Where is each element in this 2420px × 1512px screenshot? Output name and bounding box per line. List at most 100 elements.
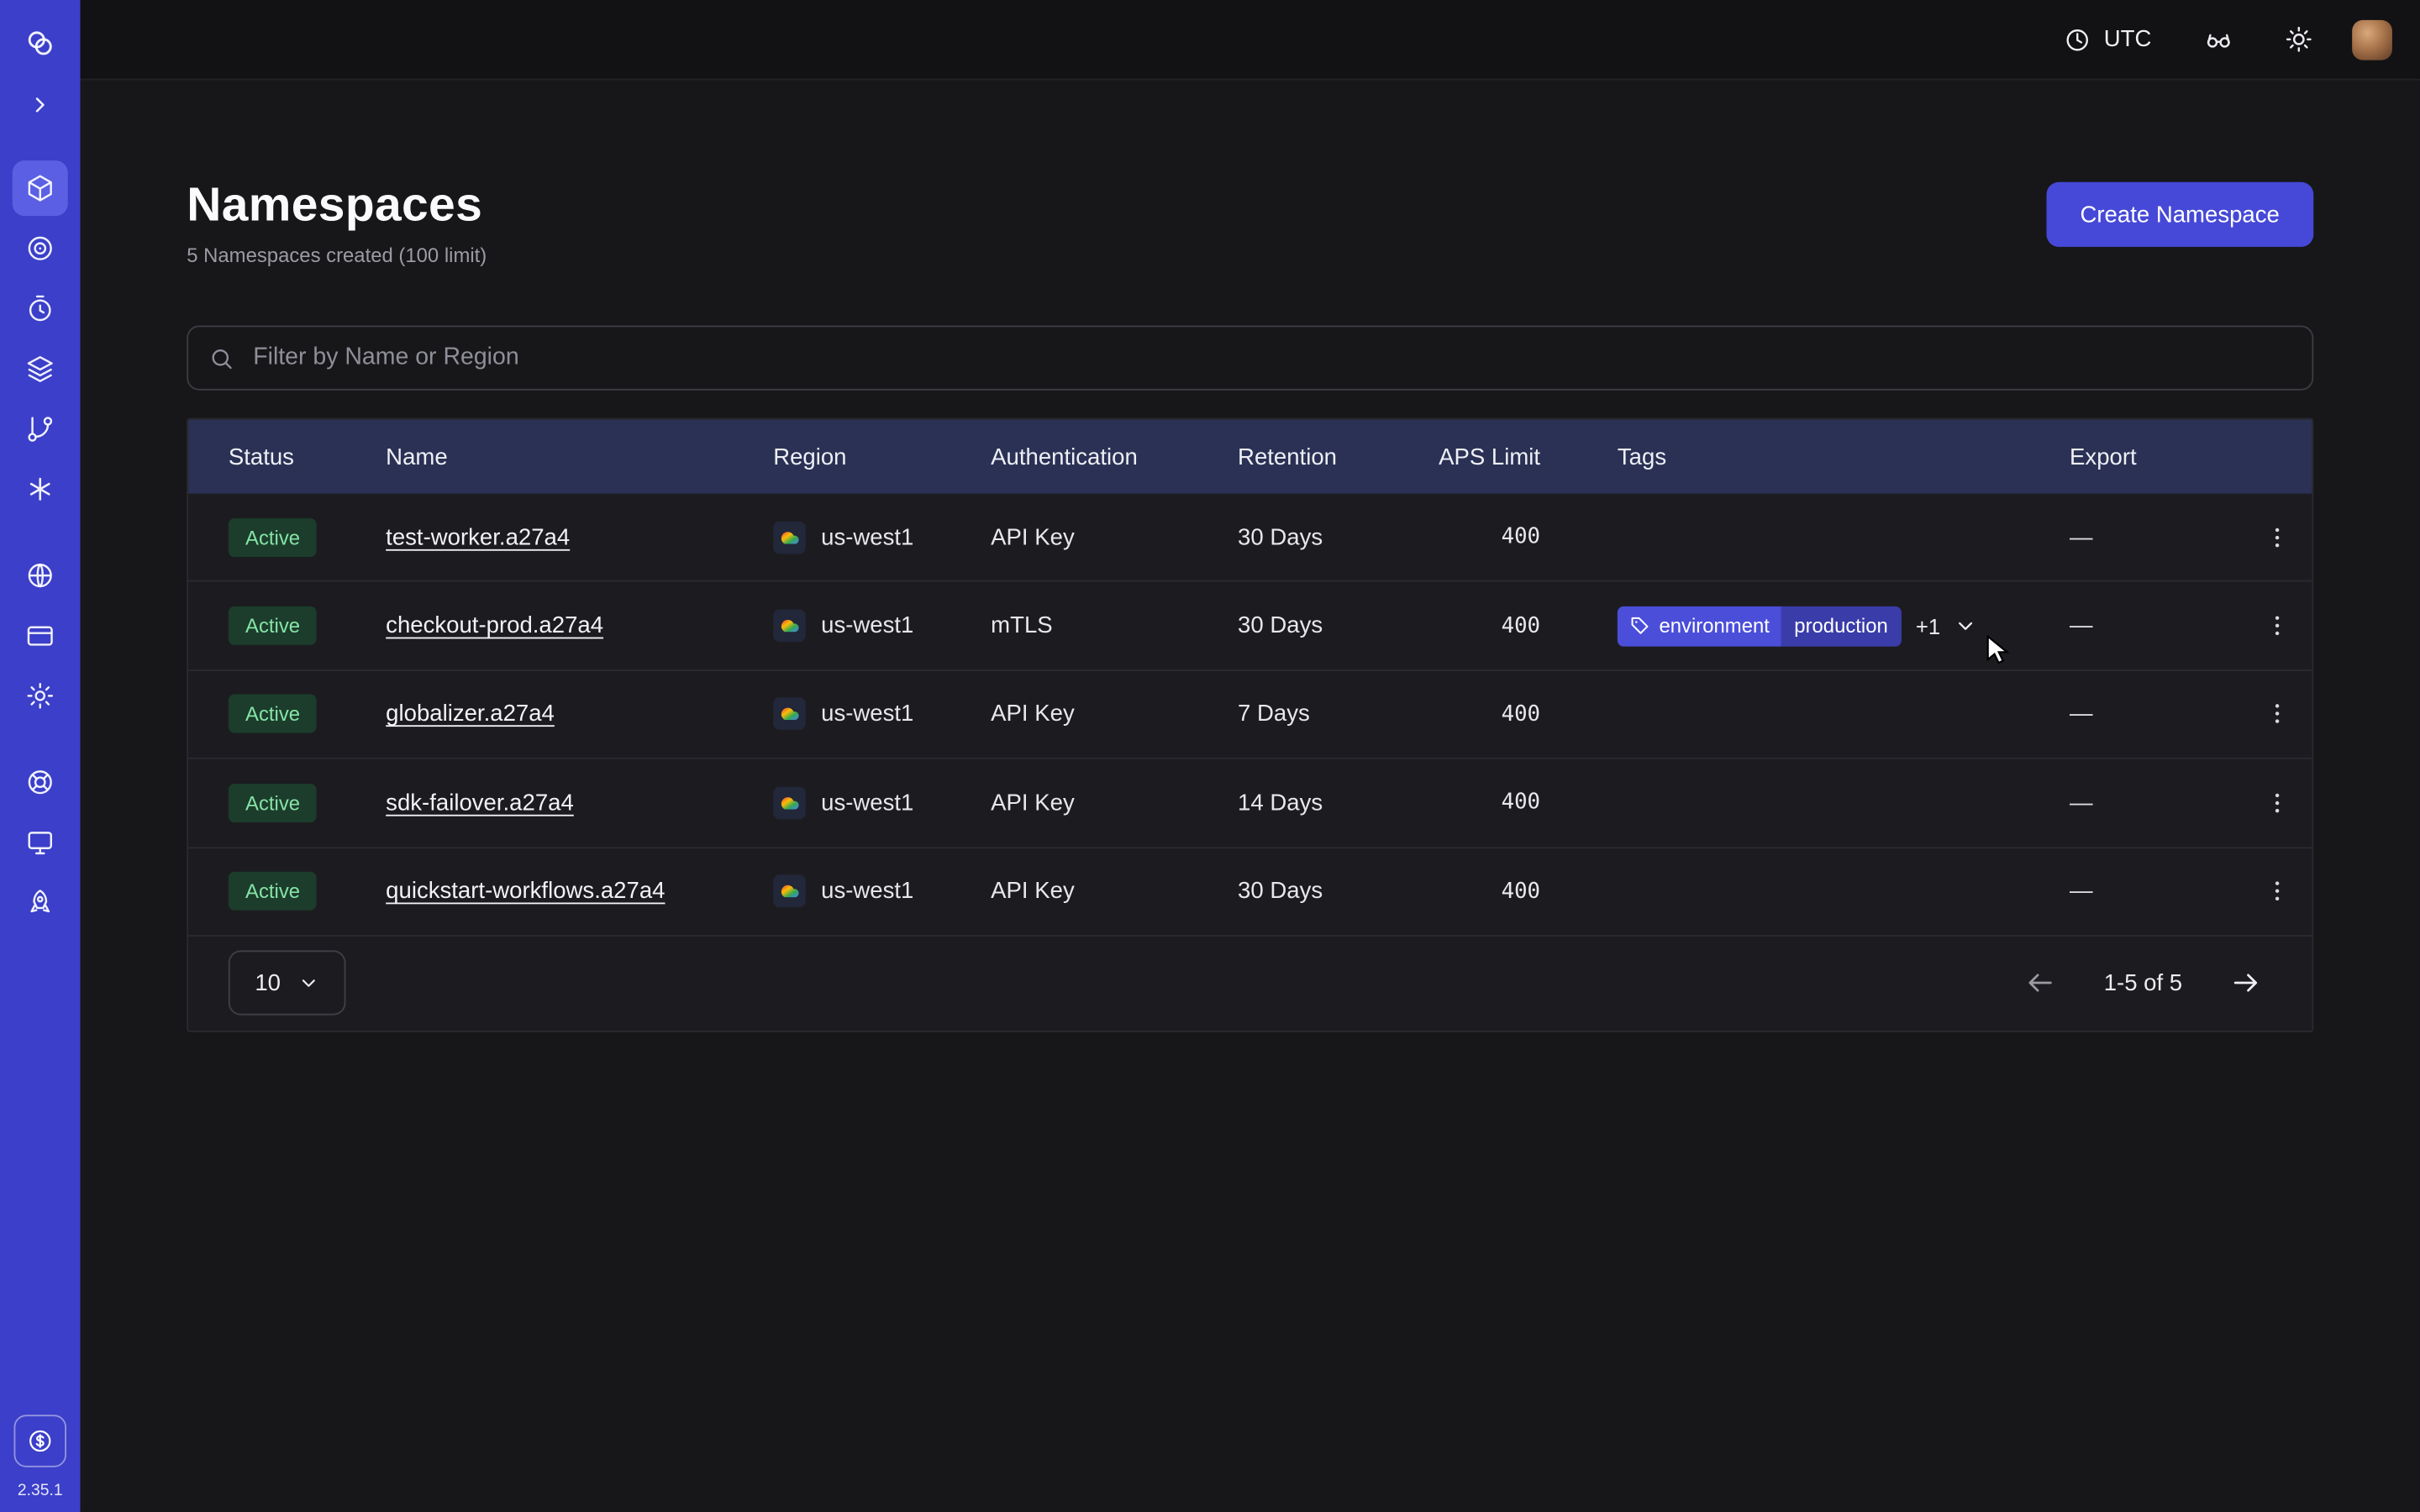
sidebar-item-support[interactable] <box>13 754 68 810</box>
page-subtitle: 5 Namespaces created (100 limit) <box>187 244 487 267</box>
namespace-link[interactable]: checkout-prod.a27a4 <box>386 612 603 638</box>
namespaces-table: Status Name Region Authentication Retent… <box>187 418 2313 1032</box>
theme-toggle-sun-icon[interactable] <box>2272 13 2324 66</box>
status-badge: Active <box>229 518 317 557</box>
labs-glasses-icon[interactable] <box>2191 13 2244 66</box>
row-actions-menu-button[interactable] <box>2252 690 2302 739</box>
sidebar-top <box>13 0 68 133</box>
row-actions-menu-button[interactable] <box>2252 601 2302 651</box>
column-header-region: Region <box>773 444 991 470</box>
page-header: Namespaces 5 Namespaces created (100 lim… <box>187 176 2313 266</box>
app: 2.35.1 UTC Namespaces 5 Namespaces creat… <box>0 0 2420 1512</box>
tags-expand-chevron-icon[interactable] <box>1954 614 1978 638</box>
sidebar-item-regions[interactable] <box>13 548 68 603</box>
retention-label: 7 Days <box>1238 701 1431 727</box>
aps-limit-value: 400 <box>1431 790 1618 815</box>
filter-search-box <box>187 326 2313 391</box>
search-input[interactable] <box>250 343 2292 374</box>
namespace-link[interactable]: test-worker.a27a4 <box>386 524 570 550</box>
aps-limit-value: 400 <box>1431 613 1618 638</box>
row-actions-menu-button[interactable] <box>2252 778 2302 827</box>
sidebar-item-batch-operations[interactable] <box>13 461 68 517</box>
retention-label: 30 Days <box>1238 524 1431 550</box>
timezone-label: UTC <box>2104 26 2152 52</box>
namespace-link[interactable]: sdk-failover.a27a4 <box>386 790 574 816</box>
sidebar-item-deployments[interactable] <box>13 341 68 396</box>
table-footer: 10 1-5 of 5 <box>188 935 2312 1031</box>
arrow-left-icon <box>2025 968 2056 999</box>
region-label: us-west1 <box>821 701 913 727</box>
retention-label: 30 Days <box>1238 879 1431 905</box>
authentication-label: API Key <box>991 701 1238 727</box>
row-actions-menu-button[interactable] <box>2252 512 2302 562</box>
timezone-selector[interactable]: UTC <box>2051 16 2164 62</box>
sidebar-item-billing[interactable] <box>13 608 68 664</box>
gcp-cloud-icon <box>773 521 806 554</box>
status-badge: Active <box>229 695 317 733</box>
sidebar-item-schedules[interactable] <box>13 281 68 336</box>
export-value: — <box>2070 790 2241 816</box>
status-badge: Active <box>229 784 317 822</box>
gcp-cloud-icon <box>773 698 806 731</box>
gcp-cloud-icon <box>773 610 806 643</box>
column-header-tags: Tags <box>1618 444 2070 470</box>
gcp-cloud-icon <box>773 786 806 819</box>
sidebar-item-namespaces[interactable] <box>13 160 68 216</box>
kebab-menu-icon <box>2264 879 2290 905</box>
sidebar-item-getting-started[interactable] <box>13 874 68 930</box>
column-header-export: Export <box>2070 444 2241 470</box>
search-icon <box>208 345 234 371</box>
sidebar-item-settings[interactable] <box>13 668 68 723</box>
aps-limit-value: 400 <box>1431 702 1618 727</box>
export-value: — <box>2070 612 2241 638</box>
column-header-retention: Retention <box>1238 444 1431 470</box>
pagination-range: 1-5 of 5 <box>2104 970 2182 996</box>
sidebar-item-workflows[interactable] <box>13 221 68 276</box>
temporal-logo[interactable] <box>13 15 68 71</box>
kebab-menu-icon <box>2264 612 2290 638</box>
export-value: — <box>2070 524 2241 550</box>
aps-limit-value: 400 <box>1431 525 1618 549</box>
create-namespace-button[interactable]: Create Namespace <box>2046 182 2313 247</box>
sidebar-bottom: 2.35.1 <box>14 1415 66 1512</box>
sidebar-item-docs[interactable] <box>13 815 68 870</box>
authentication-label: API Key <box>991 879 1238 905</box>
sidebar-item-nexus[interactable] <box>13 402 68 457</box>
authentication-label: mTLS <box>991 612 1238 638</box>
sidebar: 2.35.1 <box>0 0 81 1512</box>
authentication-label: API Key <box>991 790 1238 816</box>
table-row: Active globalizer.a27a4 us-west1 API Key… <box>188 669 2312 758</box>
status-badge: Active <box>229 606 317 645</box>
previous-page-button[interactable] <box>2014 958 2066 1010</box>
region-label: us-west1 <box>821 612 913 638</box>
kebab-menu-icon <box>2264 790 2290 816</box>
tags-cell: environment production +1 <box>1618 606 2070 646</box>
tag-pill[interactable]: environment production <box>1618 606 1902 646</box>
row-actions-menu-button[interactable] <box>2252 867 2302 916</box>
page-size-value: 10 <box>255 970 281 996</box>
sidebar-nav <box>13 160 68 931</box>
kebab-menu-icon <box>2264 524 2290 550</box>
user-avatar[interactable] <box>2352 19 2392 60</box>
page-title: Namespaces <box>187 176 487 234</box>
page-size-select[interactable]: 10 <box>229 951 346 1016</box>
column-header-authentication: Authentication <box>991 444 1238 470</box>
table-row: Active checkout-prod.a27a4 us-west1 mTLS… <box>188 580 2312 669</box>
sidebar-expand-chevron-icon[interactable] <box>13 77 68 133</box>
namespace-link[interactable]: quickstart-workflows.a27a4 <box>386 879 665 905</box>
column-header-status: Status <box>229 444 386 470</box>
region-label: us-west1 <box>821 879 913 905</box>
chevron-down-icon <box>297 973 319 995</box>
tag-key: environment <box>1659 614 1780 638</box>
main-content: Namespaces 5 Namespaces created (100 lim… <box>81 81 2420 1512</box>
usage-icon[interactable] <box>14 1415 66 1467</box>
namespace-link[interactable]: globalizer.a27a4 <box>386 701 555 727</box>
region-label: us-west1 <box>821 524 913 550</box>
next-page-button[interactable] <box>2219 958 2271 1010</box>
aps-limit-value: 400 <box>1431 879 1618 903</box>
retention-label: 14 Days <box>1238 790 1431 816</box>
kebab-menu-icon <box>2264 701 2290 727</box>
table-row: Active test-worker.a27a4 us-west1 API Ke… <box>188 494 2312 581</box>
export-value: — <box>2070 701 2241 727</box>
topbar: UTC <box>81 0 2420 81</box>
